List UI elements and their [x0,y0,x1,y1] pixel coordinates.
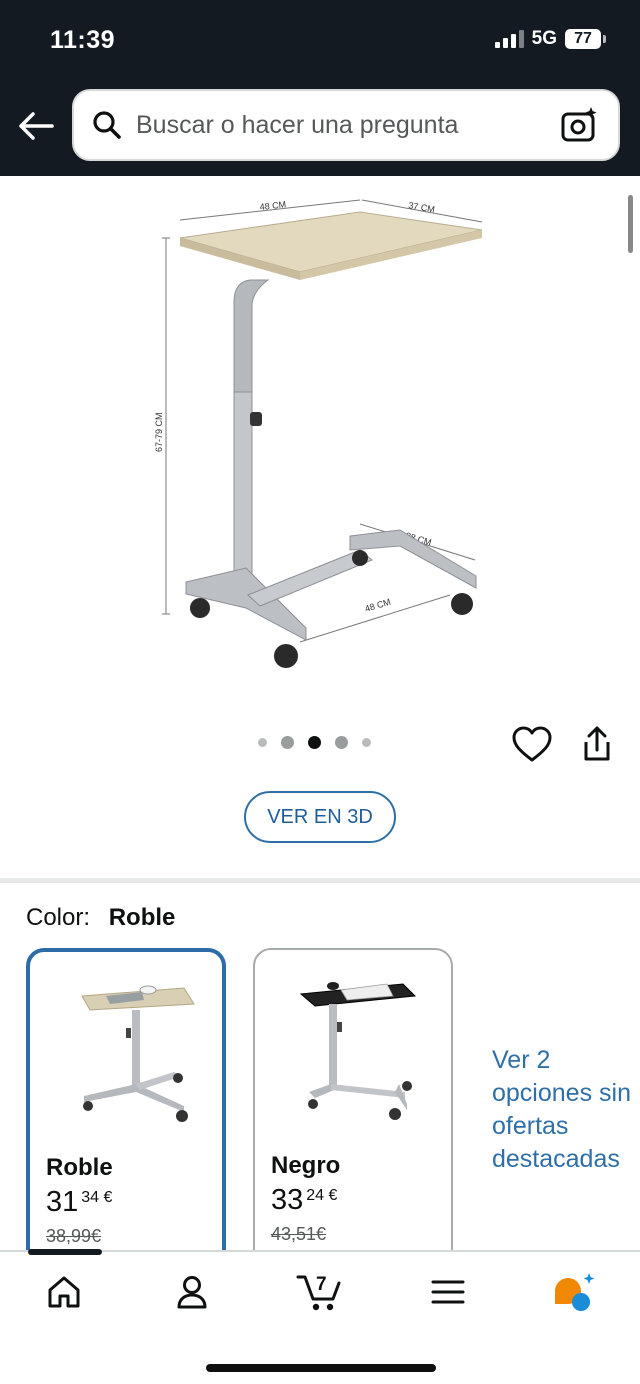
variant-name: Negro [271,1152,341,1179]
home-icon [48,1276,80,1308]
rufus-icon [555,1273,595,1311]
header: 11:39 5G 77 Buscar o hacer una pregunta [0,0,640,176]
carousel-dot[interactable] [281,736,294,749]
menu-icon [431,1280,465,1304]
color-label: Color: [26,904,91,931]
search-bar[interactable]: Buscar o hacer una pregunta [72,89,620,161]
section-divider [0,878,640,883]
variant-card-roble[interactable]: Roble 31 34 € 38,99€ [26,948,226,1268]
share-icon[interactable] [578,724,616,764]
variant-image-roble [81,985,195,1122]
price-fraction: 34 € [81,1189,113,1206]
battery-icon: 77 [565,29,606,49]
search-icon [92,110,122,140]
cart-icon: 7 [296,1274,341,1311]
carousel-dot[interactable] [335,736,348,749]
color-selector-label: Color: Roble [26,904,175,932]
variant-price: 31 34 € [46,1186,112,1219]
carousel-dot-active[interactable] [308,736,321,749]
list-price: 38,99€ [46,1226,102,1246]
nav-account[interactable] [164,1268,220,1316]
account-icon [177,1276,207,1309]
dimension-top-width: 48 CM [259,199,286,212]
price-whole: 31 [46,1186,79,1218]
variant-image-negro [299,982,417,1120]
status-time: 11:39 [50,26,116,54]
arrow-left-icon [19,112,54,140]
nav-cart[interactable]: 7 [290,1268,350,1316]
carousel-dots[interactable] [258,736,371,749]
variant-card-negro[interactable]: Negro 33 24 € 43,51€ [253,948,453,1268]
home-indicator [206,1364,436,1372]
carousel-dot[interactable] [258,738,267,747]
price-whole: 33 [271,1184,304,1216]
color-value: Roble [108,904,176,931]
camera-search-icon[interactable] [558,103,602,147]
nav-menu[interactable] [420,1268,476,1316]
status-indicators: 5G 77 [494,28,606,50]
more-options-link[interactable]: Ver 2 opciones sin ofertas destacadas [492,1044,640,1176]
wishlist-heart-icon[interactable] [510,724,554,764]
cart-count: 7 [316,1274,327,1295]
list-price: 43,51€ [271,1224,327,1244]
search-input[interactable]: Buscar o hacer una pregunta [136,111,558,140]
network-type: 5G [531,28,557,49]
active-tab-indicator [28,1249,102,1255]
back-button[interactable] [16,106,56,146]
nav-rufus[interactable] [546,1268,602,1316]
product-image[interactable]: 48 CM 37 CM 67-79 CM 38 CM 48 CM [150,190,490,690]
bottom-navigation: 7 [0,1249,640,1384]
variant-name: Roble [46,1154,113,1181]
nav-home[interactable] [36,1268,92,1316]
carousel-dot[interactable] [362,738,371,747]
image-scrollbar[interactable] [628,195,633,253]
dimension-height: 67-79 CM [154,412,164,452]
price-fraction: 24 € [306,1187,338,1204]
dimension-base-width: 48 CM [364,597,392,614]
dimension-top-depth: 37 CM [408,200,436,214]
signal-icon [494,30,524,48]
view-3d-button[interactable]: VER EN 3D [244,791,396,843]
variant-price: 33 24 € [271,1184,337,1217]
battery-level: 77 [565,29,601,49]
